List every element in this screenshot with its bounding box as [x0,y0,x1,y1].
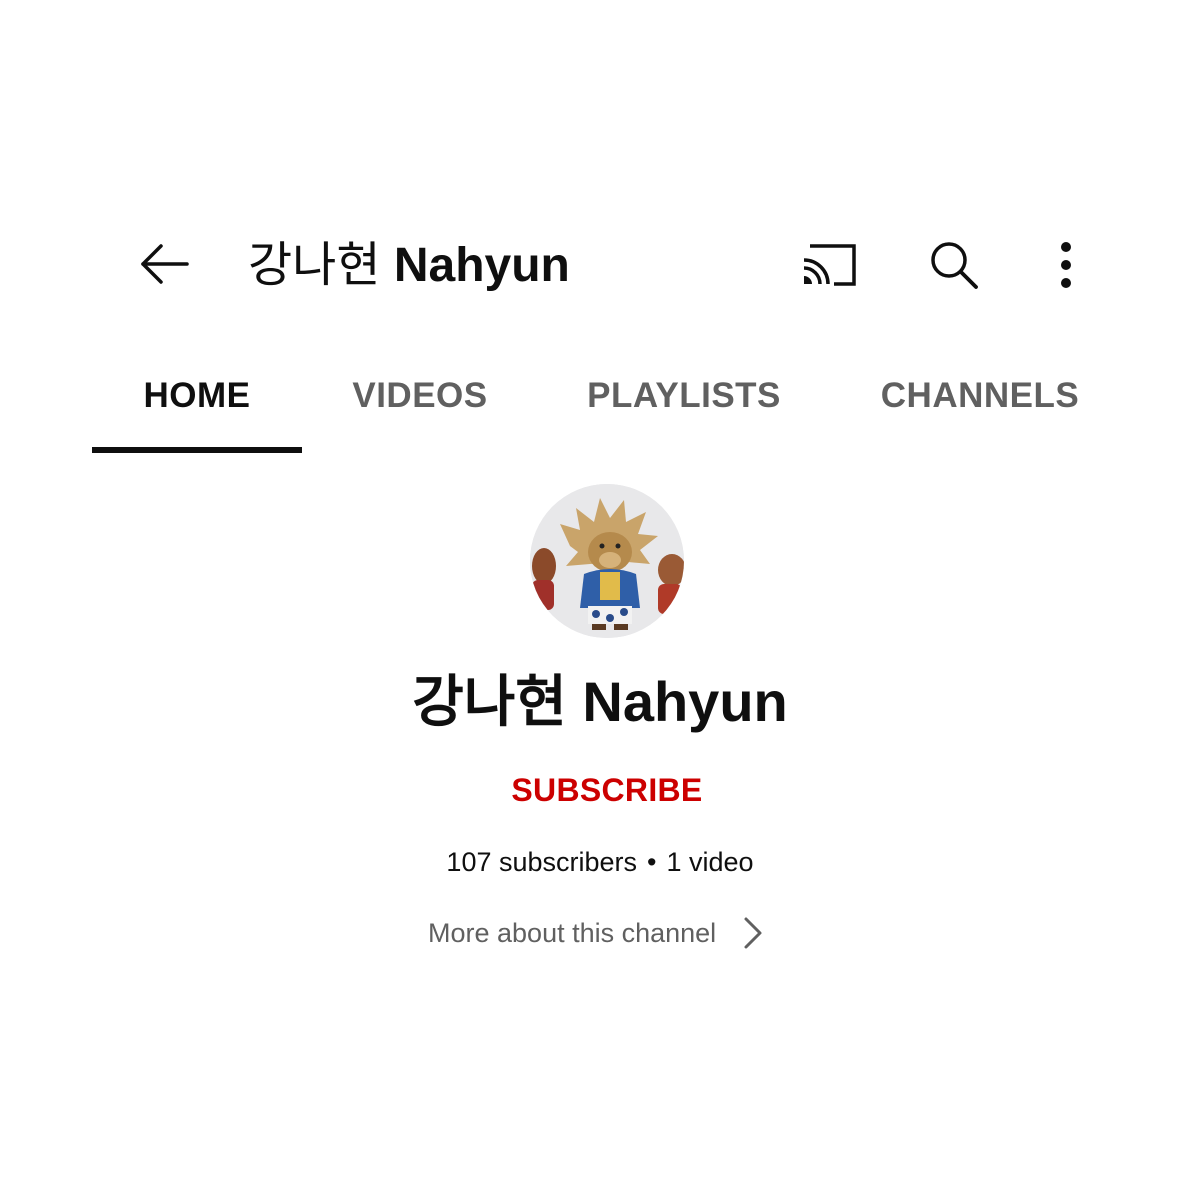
tab-playlists[interactable]: PLAYLISTS [560,340,808,452]
channel-name-english: Nahyun [582,670,788,733]
channel-name: 강나현 Nahyun [0,664,1200,740]
subscribe-button[interactable]: SUBSCRIBE [480,762,734,818]
arrow-left-icon [141,244,189,284]
channel-name-korean: 강나현 [412,670,567,733]
channel-tabs: HOME VIDEOS PLAYLISTS CHANNELS [0,340,1200,456]
channel-page: 강나현 Nahyun HOME VIDEOS PLAYLISTS CHANNEL… [0,0,1200,1200]
app-bar-title: 강나현 Nahyun [248,234,570,298]
tab-videos[interactable]: VIDEOS [322,340,518,452]
more-about-label: More about this channel [428,917,717,948]
back-button[interactable] [130,232,200,296]
app-bar-title-english: Nahyun [393,239,570,292]
channel-stats: 107 subscribers • 1 video [0,842,1200,882]
more-about-channel-link[interactable]: More about this channel [420,906,800,960]
more-vertical-icon [1061,242,1071,288]
cast-icon [803,244,856,286]
cast-button[interactable] [793,232,865,298]
subscriber-count: 107 subscribers [446,847,638,877]
stats-separator: • [647,847,657,877]
search-button[interactable] [918,232,990,298]
chevron-right-icon [742,915,764,951]
video-count: 1 video [666,847,754,877]
active-tab-indicator [92,447,302,453]
search-icon [931,242,978,289]
tab-home[interactable]: HOME [92,340,302,452]
avatar-image [530,484,684,638]
top-app-bar: 강나현 Nahyun [0,210,1200,320]
channel-avatar[interactable] [530,484,684,638]
app-bar-title-korean: 강나현 [248,239,381,292]
tab-channels[interactable]: CHANNELS [860,340,1100,452]
more-options-button[interactable] [1030,232,1102,298]
